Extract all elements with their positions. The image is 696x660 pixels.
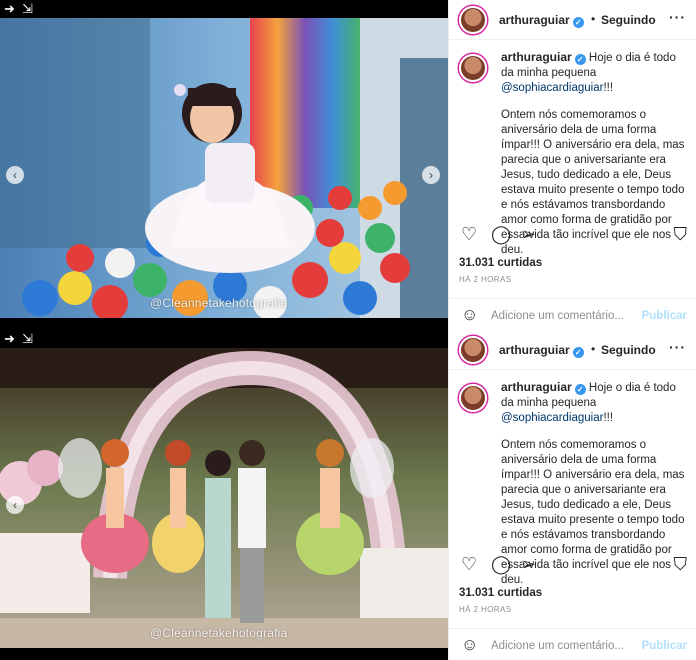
comment-bar: ☺ Adicione um comentário... Publicar [449, 298, 696, 330]
ball-pit-photo [0, 18, 448, 318]
photo-bottom-bar [0, 318, 448, 330]
separator-dot: • [591, 12, 596, 26]
heart-icon[interactable]: ♡ [461, 224, 477, 244]
caption-username[interactable]: arthuraguiar ✓ [501, 50, 586, 65]
header-username[interactable]: arthuraguiar ✓ [499, 13, 584, 28]
photo-watermark: @Cleannetakehotografia [150, 626, 288, 640]
prev-photo-button[interactable]: ‹ [6, 496, 24, 514]
send-icon[interactable]: ➢ [521, 554, 536, 574]
top-bar: ➜ ⇲ [0, 330, 448, 348]
post-caption: arthuraguiar ✓ Hoje o dia é todo da minha… [449, 40, 696, 256]
mention-link[interactable]: @sophiacardiaguiar [501, 82, 603, 94]
bookmark-icon[interactable]: ⛉ [674, 224, 688, 244]
emoji-icon[interactable]: ☺ [461, 635, 478, 655]
avatar[interactable] [459, 336, 487, 364]
party-group-photo [0, 348, 448, 648]
likes-count[interactable]: 31.031 curtidas [459, 587, 542, 599]
comment-icon[interactable]: ◯ [491, 224, 511, 244]
caption-username[interactable]: arthuraguiar ✓ [501, 380, 586, 395]
post-photo: ‹ @Cleannetakehotografia [0, 348, 448, 648]
post-time: HÁ 2 HORAS [459, 275, 512, 284]
caption-lead-end: !!! [603, 82, 614, 94]
post-1: ➜ ⇲ ‹ › @Cleannetakehotografia arthuragu… [0, 0, 696, 330]
verified-badge-icon: ✓ [572, 17, 584, 28]
back-arrow-icon[interactable]: ➜ [4, 331, 15, 347]
post-2: ➜ ⇲ ‹ @Cleannetakehotografia arthuraguia… [0, 330, 696, 660]
likes-count[interactable]: 31.031 curtidas [459, 257, 542, 269]
back-arrow-icon[interactable]: ➜ [4, 1, 15, 17]
publish-button[interactable]: Publicar [642, 640, 687, 652]
comment-bar: ☺ Adicione um comentário... Publicar [449, 628, 696, 660]
verified-badge-icon: ✓ [572, 347, 584, 358]
following-button[interactable]: Seguindo [601, 13, 656, 27]
collapse-arrows-icon[interactable]: ⇲ [22, 331, 33, 347]
prev-photo-button[interactable]: ‹ [6, 166, 24, 184]
post-time: HÁ 2 HORAS [459, 605, 512, 614]
avatar[interactable] [459, 54, 487, 82]
photo-watermark: @Cleannetakehotografia [150, 296, 288, 310]
avatar[interactable] [459, 6, 487, 34]
post-sidebar: arthuraguiar ✓ • Seguindo ··· arthuraguia… [448, 330, 696, 660]
header-username[interactable]: arthuraguiar ✓ [499, 343, 584, 358]
separator-dot: • [591, 342, 596, 356]
post-header: arthuraguiar ✓ • Seguindo ··· [449, 0, 696, 40]
action-bar: ♡ ◯ ➢ ⛉ [449, 554, 696, 578]
more-options-icon[interactable]: ··· [669, 339, 686, 355]
top-bar: ➜ ⇲ [0, 0, 448, 18]
avatar[interactable] [459, 384, 487, 412]
mention-link[interactable]: @sophiacardiaguiar [501, 412, 603, 424]
action-bar: ♡ ◯ ➢ ⛉ [449, 224, 696, 248]
send-icon[interactable]: ➢ [521, 224, 536, 244]
verified-badge-icon: ✓ [574, 54, 586, 65]
publish-button[interactable]: Publicar [642, 310, 687, 322]
caption-lead-end: !!! [603, 412, 614, 424]
comment-input[interactable]: Adicione um comentário... [491, 310, 624, 322]
more-options-icon[interactable]: ··· [669, 9, 686, 25]
post-header: arthuraguiar ✓ • Seguindo ··· [449, 330, 696, 370]
post-sidebar: arthuraguiar ✓ • Seguindo ··· arthuraguia… [448, 0, 696, 330]
next-photo-button[interactable]: › [422, 166, 440, 184]
verified-badge-icon: ✓ [574, 384, 586, 395]
emoji-icon[interactable]: ☺ [461, 305, 478, 325]
comment-input[interactable]: Adicione um comentário... [491, 640, 624, 652]
photo-bottom-bar [0, 648, 448, 660]
collapse-arrows-icon[interactable]: ⇲ [22, 1, 33, 17]
heart-icon[interactable]: ♡ [461, 554, 477, 574]
bookmark-icon[interactable]: ⛉ [674, 554, 688, 574]
post-photo: ‹ › @Cleannetakehotografia [0, 18, 448, 318]
comment-icon[interactable]: ◯ [491, 554, 511, 574]
post-caption: arthuraguiar ✓ Hoje o dia é todo da minha… [449, 370, 696, 586]
following-button[interactable]: Seguindo [601, 343, 656, 357]
